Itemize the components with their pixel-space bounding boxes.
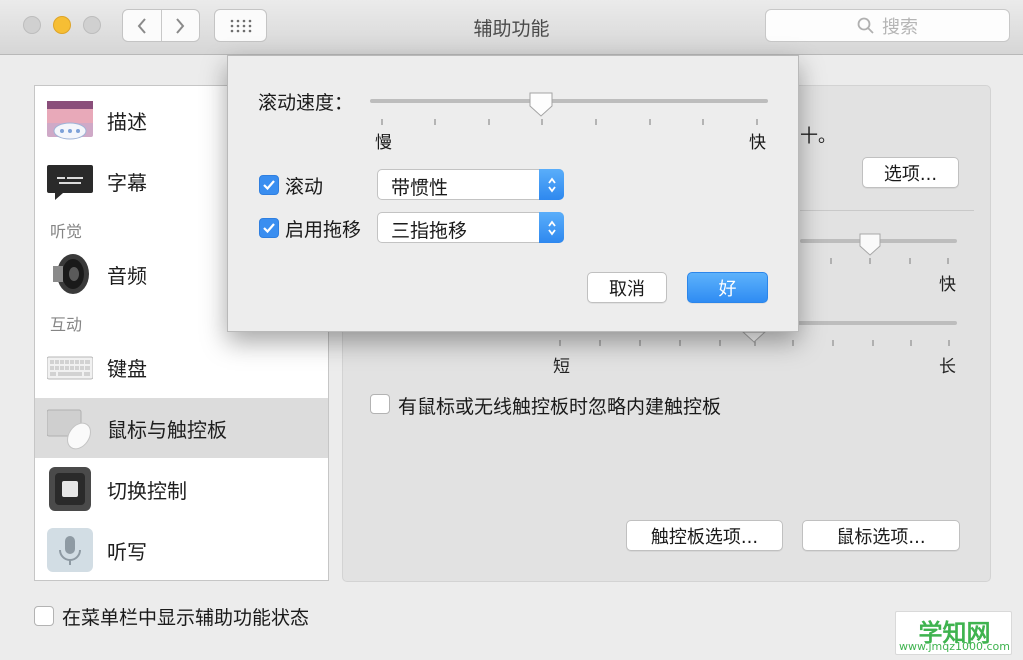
spring-long-label: 长 [939, 357, 956, 377]
watermark-logo: 学知网 www.jmqz1000.com [895, 611, 1012, 655]
sidebar-item-label: 键盘 [107, 357, 147, 381]
captions-icon [47, 165, 93, 200]
options-button[interactable]: 选项... [862, 157, 959, 188]
sidebar-item-keyboard[interactable]: 键盘 [35, 337, 328, 397]
spring-short-label: 短 [553, 357, 570, 377]
watermark-url: www.jmqz1000.com [899, 640, 1010, 653]
scroll-fast-label: 快 [749, 133, 766, 153]
keyboard-icon [47, 356, 93, 380]
scrolling-checkbox[interactable] [259, 175, 279, 195]
search-field[interactable]: 搜索 [765, 9, 1010, 42]
description-icon [47, 101, 93, 140]
mouse-trackpad-icon [47, 409, 91, 450]
dragging-mode-popup[interactable]: 三指拖移 [377, 212, 564, 243]
microphone-icon [47, 528, 93, 572]
ignore-trackpad-checkbox[interactable] [370, 394, 390, 414]
title-bar: 辅助功能 搜索 [0, 0, 1023, 55]
section-header-hearing: 听觉 [50, 222, 83, 241]
scroll-slow-label: 慢 [375, 133, 392, 153]
sidebar-item-label: 描述 [107, 110, 147, 134]
show-status-in-menubar-label: 在菜单栏中显示辅助功能状态 [62, 607, 310, 629]
pane-description-text: 十。 [800, 126, 836, 147]
section-header-interaction: 互动 [50, 315, 83, 334]
sidebar-item-label: 字幕 [107, 171, 147, 195]
show-status-in-menubar-checkbox[interactable] [34, 606, 54, 626]
pane-divider [800, 210, 974, 211]
popup-arrows-icon [539, 212, 564, 243]
dragging-label: 启用拖移 [285, 219, 362, 241]
sidebar-item-switch-control[interactable]: 切换控制 [35, 459, 328, 519]
search-icon [857, 17, 874, 34]
checkmark-icon [263, 223, 275, 234]
switch-control-icon [49, 467, 91, 511]
sidebar-item-label: 鼠标与触控板 [107, 418, 227, 442]
speed-fast-label: 快 [939, 275, 956, 295]
scroll-speed-label: 滚动速度： [258, 92, 354, 114]
search-placeholder: 搜索 [882, 16, 918, 38]
ignore-trackpad-label: 有鼠标或无线触控板时忽略内建触控板 [398, 396, 722, 418]
dragging-mode-value: 三指拖移 [391, 220, 468, 242]
popup-arrows-icon [539, 169, 564, 200]
mouse-options-button[interactable]: 鼠标选项... [802, 520, 960, 551]
trackpad-options-sheet: 滚动速度： 慢 快 滚动 带惯性 启用拖移 三指拖移 取消 好 [227, 55, 799, 332]
sidebar-item-label: 音频 [107, 264, 147, 288]
sidebar-item-label: 听写 [107, 540, 147, 564]
trackpad-options-button[interactable]: 触控板选项... [626, 520, 783, 551]
scrolling-mode-value: 带惯性 [391, 177, 449, 199]
double-click-speed-slider[interactable] [800, 228, 965, 268]
dragging-checkbox[interactable] [259, 218, 279, 238]
scrolling-label: 滚动 [285, 176, 324, 198]
sidebar-item-dictation[interactable]: 听写 [35, 520, 328, 580]
cancel-button[interactable]: 取消 [587, 272, 667, 303]
scroll-speed-slider[interactable] [370, 92, 772, 132]
preferences-window: 辅助功能 搜索 描述 字幕 听觉 音频 互动 键盘 鼠标与触控板 切换控制 听写… [0, 0, 1023, 660]
ok-button[interactable]: 好 [687, 272, 768, 303]
scroll-speed-knob[interactable] [529, 92, 553, 117]
checkmark-icon [263, 180, 275, 191]
sidebar-item-mouse-trackpad[interactable]: 鼠标与触控板 [35, 398, 328, 458]
speaker-icon [53, 254, 89, 294]
sidebar-item-label: 切换控制 [107, 479, 187, 503]
scrolling-mode-popup[interactable]: 带惯性 [377, 169, 564, 200]
